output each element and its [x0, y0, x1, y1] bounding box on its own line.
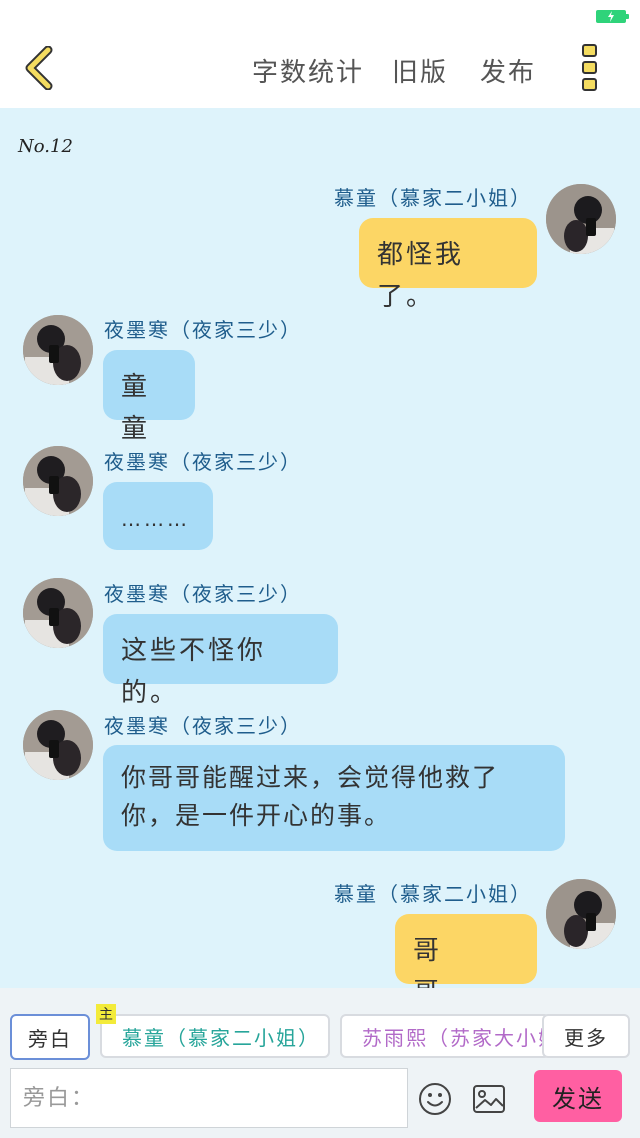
status-bar: [0, 0, 640, 30]
role-suyuxi-button[interactable]: 苏雨熙（苏家大小姐）: [340, 1014, 550, 1058]
word-count-button[interactable]: 字数统计: [252, 52, 364, 89]
message-bubble[interactable]: 童童: [103, 350, 195, 444]
chat-area[interactable]: No.12 慕童（慕家二小姐） 都怪我了。 夜墨寒（夜家三少） 童童 夜墨寒（夜…: [0, 108, 640, 1008]
chevron-left-icon[interactable]: [18, 45, 62, 91]
avatar[interactable]: [23, 315, 93, 385]
avatar[interactable]: [546, 879, 616, 949]
publish-button[interactable]: 发布: [480, 52, 536, 89]
image-icon[interactable]: [472, 1084, 506, 1114]
main-role-badge: 主: [96, 1004, 116, 1024]
avatar[interactable]: [546, 184, 616, 254]
message-input[interactable]: [10, 1068, 408, 1128]
speaker-name: 夜墨寒（夜家三少）: [104, 714, 302, 738]
message-bubble[interactable]: ………: [103, 482, 213, 550]
more-roles-button[interactable]: 更多: [542, 1014, 630, 1058]
avatar[interactable]: [23, 578, 93, 648]
old-version-button[interactable]: 旧版: [392, 52, 448, 89]
message-bubble[interactable]: 这些不怪你的。: [103, 614, 338, 708]
more-icon[interactable]: [576, 44, 602, 96]
speaker-name: 夜墨寒（夜家三少）: [104, 582, 302, 606]
avatar[interactable]: [23, 710, 93, 780]
message-bubble[interactable]: 哥哥……: [395, 914, 537, 1008]
role-narration-button[interactable]: 旁白: [10, 1014, 90, 1060]
message-bubble[interactable]: 都怪我了。: [359, 218, 537, 312]
speaker-name: 夜墨寒（夜家三少）: [104, 318, 302, 342]
chapter-number: No.12: [18, 136, 73, 157]
battery-icon: [596, 10, 629, 23]
speaker-name: 夜墨寒（夜家三少）: [104, 450, 302, 474]
input-panel: 旁白 主 慕童（慕家二小姐） 苏雨熙（苏家大小姐） 更多 发送: [0, 988, 640, 1138]
avatar[interactable]: [23, 446, 93, 516]
speaker-name: 慕童（慕家二小姐）: [334, 882, 532, 906]
message-bubble[interactable]: 你哥哥能醒过来，会觉得他救了你，是一件开心的事。: [103, 745, 565, 851]
speaker-name: 慕童（慕家二小姐）: [334, 186, 532, 210]
role-mutong-button[interactable]: 慕童（慕家二小姐）: [100, 1014, 330, 1058]
top-nav-bar: 字数统计 旧版 发布: [0, 30, 640, 108]
send-button[interactable]: 发送: [534, 1070, 622, 1122]
smiley-icon[interactable]: [418, 1082, 452, 1116]
